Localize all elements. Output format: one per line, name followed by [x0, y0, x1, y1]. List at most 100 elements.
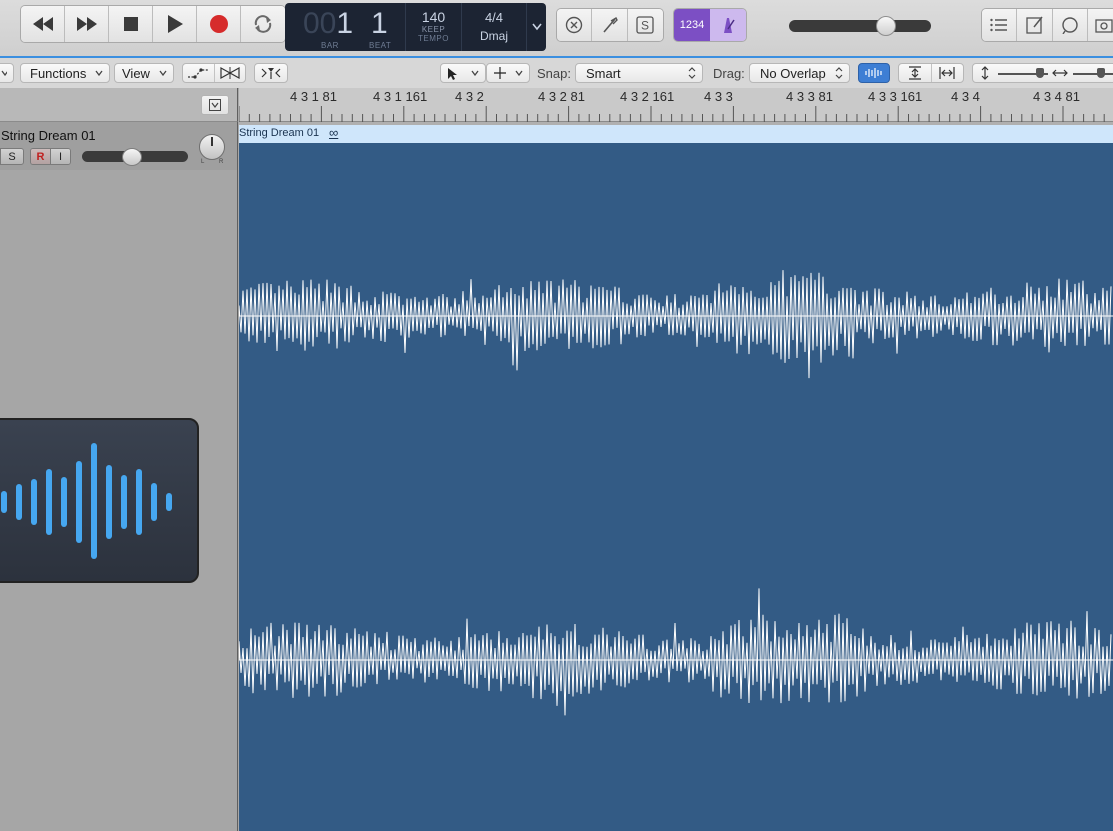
snap-value: Smart — [586, 65, 621, 81]
tracks-toolbar: Functions View Snap: Smart Drag: No Over… — [0, 58, 1113, 89]
track-icon-large[interactable] — [0, 418, 199, 583]
play-icon — [167, 15, 183, 33]
play-button[interactable] — [153, 6, 197, 42]
snap-label: Snap: — [537, 66, 571, 81]
metronome-button[interactable] — [710, 9, 746, 41]
chevron-down-icon — [531, 23, 542, 31]
automation-buttons — [182, 63, 246, 83]
record-button[interactable] — [197, 6, 241, 42]
tempo-caption: TEMPO — [418, 34, 449, 43]
audio-region[interactable] — [239, 143, 1113, 831]
vertical-zoom-slider[interactable] — [998, 64, 1048, 82]
zoom-to-fit-buttons — [898, 63, 964, 83]
automation-button[interactable] — [183, 64, 215, 82]
bar-caption: BAR — [321, 41, 339, 50]
view-buttons — [981, 8, 1113, 42]
rewind-icon — [32, 17, 53, 31]
pan-right-label: R — [219, 159, 224, 165]
global-tracks-button[interactable] — [201, 95, 229, 115]
notepad-icon — [1026, 16, 1043, 34]
master-volume-slider[interactable] — [789, 20, 931, 32]
solo-button[interactable]: S — [0, 148, 24, 165]
chevron-down-icon — [159, 70, 167, 76]
timeline-ruler[interactable]: 4 3 1 81 4 3 1 161 4 3 2 4 3 2 81 4 3 2 … — [239, 88, 1113, 122]
list-editors-button[interactable] — [982, 9, 1018, 41]
replace-button[interactable] — [557, 9, 593, 41]
drag-label: Drag: — [713, 66, 745, 81]
track-header-top-bar — [0, 88, 238, 122]
chevron-down-icon — [471, 70, 479, 76]
waveform-zoom-button[interactable] — [858, 63, 890, 83]
vertical-zoom-fit-button[interactable] — [899, 64, 932, 82]
functions-menu[interactable]: Functions — [20, 63, 110, 83]
count-in-button[interactable]: 1234 — [674, 9, 710, 41]
view-menu[interactable]: View — [114, 63, 174, 83]
note-pad-button[interactable] — [1017, 9, 1053, 41]
lcd-mode-dropdown[interactable] — [527, 3, 546, 51]
fast-forward-button[interactable] — [65, 6, 109, 42]
metronome-icon — [724, 18, 735, 33]
time-signature: 4/4 — [484, 10, 504, 25]
track-name[interactable]: String Dream 01 — [1, 128, 96, 143]
view-label: View — [122, 65, 150, 81]
media-browser-icon — [1095, 19, 1113, 33]
stop-button[interactable] — [109, 6, 153, 42]
tempo-mode: KEEP — [421, 25, 446, 34]
track-header[interactable]: String Dream 01 S R I L R — [0, 122, 238, 170]
left-click-tool-menu[interactable] — [440, 63, 486, 83]
record-input-group: R I — [30, 148, 71, 165]
chevron-down-icon — [1, 70, 7, 76]
count-in-metronome-group: 1234 — [673, 8, 747, 42]
tuner-icon — [602, 17, 618, 33]
pointer-tool-icon — [448, 67, 457, 80]
mode-buttons: S — [556, 8, 664, 42]
svg-text:S: S — [641, 19, 649, 33]
loop-browser-button[interactable] — [1052, 9, 1089, 41]
flex-button[interactable] — [215, 64, 246, 82]
record-icon — [209, 15, 228, 33]
vertical-zoom-icon — [981, 66, 989, 80]
horizontal-zoom-fit-button[interactable] — [932, 64, 964, 82]
lcd-display[interactable]: 001 1 BAR BEAT 140 KEEP TEMPO 4/4 Dmaj — [285, 3, 546, 51]
rewind-button[interactable] — [21, 6, 65, 42]
bar-leading-zeros: 00 — [303, 7, 337, 40]
waveform-zoom-icon — [865, 68, 882, 78]
snap-menu[interactable]: Smart — [575, 63, 703, 83]
updown-chevron-icon — [835, 67, 843, 79]
flex-icon — [220, 66, 240, 80]
cycle-icon — [254, 15, 272, 33]
vertical-fit-icon — [908, 66, 921, 80]
zoom-sliders — [972, 63, 1113, 83]
media-browser-button[interactable] — [1088, 9, 1113, 41]
automation-curve-icon — [188, 68, 209, 79]
pan-knob[interactable] — [199, 134, 225, 160]
tuner-button[interactable] — [592, 9, 628, 41]
cycle-button[interactable] — [241, 6, 285, 42]
catch-playhead-button[interactable] — [254, 63, 288, 83]
pan-left-label: L — [201, 159, 205, 165]
drag-mode-menu[interactable]: No Overlap — [749, 63, 850, 83]
master-volume-knob[interactable] — [876, 16, 896, 36]
marquee-tool-icon — [494, 67, 506, 79]
beat-number: 1 — [371, 7, 388, 40]
solo-mode-button[interactable]: S — [627, 9, 663, 41]
ruler-ticks — [239, 106, 1105, 122]
key-signature: Dmaj — [479, 29, 508, 43]
region-header[interactable]: String Dream 01 ∞ — [239, 125, 1113, 143]
loop-icon: ∞ — [329, 125, 339, 140]
input-monitoring-button[interactable]: I — [51, 149, 70, 164]
record-enable-button[interactable]: R — [31, 149, 51, 164]
catch-icon — [261, 68, 281, 79]
audio-waveform-icon — [1, 443, 172, 559]
transport-controls — [20, 5, 286, 43]
command-click-tool-menu[interactable] — [486, 63, 530, 83]
track-volume-knob[interactable] — [122, 148, 142, 166]
beat-caption: BEAT — [369, 41, 392, 50]
replace-icon — [565, 16, 583, 34]
horizontal-zoom-slider[interactable] — [1073, 64, 1113, 82]
drag-value: No Overlap — [760, 65, 826, 81]
edit-menu-popup[interactable] — [0, 63, 14, 83]
bar-number: 1 — [336, 7, 354, 40]
fast-forward-icon — [76, 17, 97, 31]
loop-browser-icon — [1062, 17, 1078, 34]
